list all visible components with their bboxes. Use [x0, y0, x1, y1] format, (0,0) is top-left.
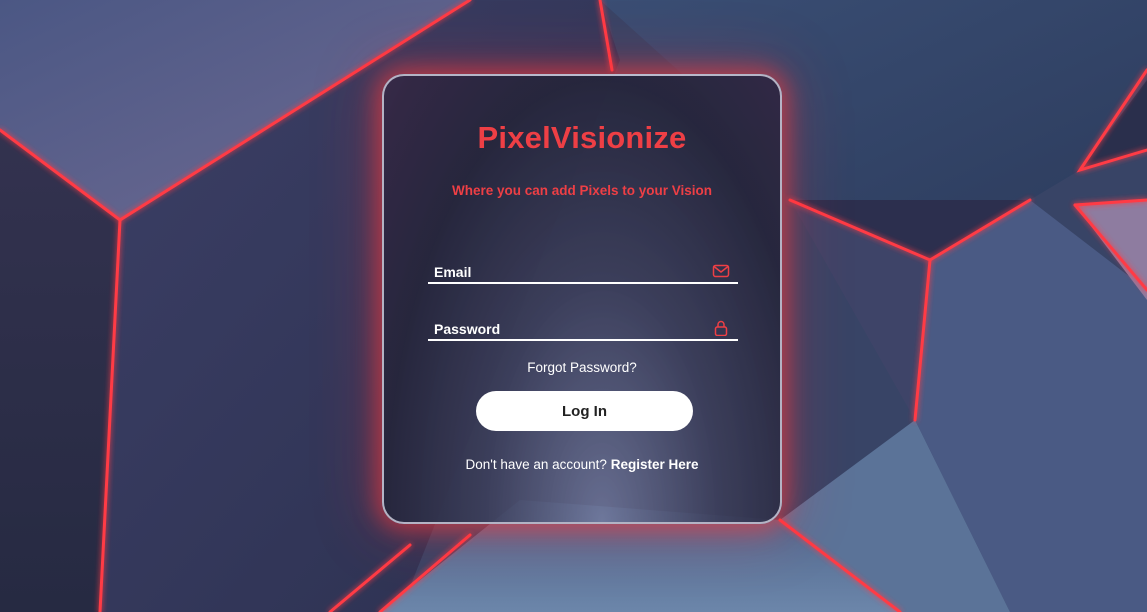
brand-title: PixelVisionize — [477, 120, 687, 155]
password-field[interactable]: Password — [428, 313, 738, 341]
email-field[interactable]: Email — [428, 256, 738, 284]
forgot-password-link[interactable]: Forgot Password? — [384, 360, 780, 375]
email-label: Email — [434, 264, 472, 280]
tagline: Where you can add Pixels to your Vision — [451, 183, 713, 198]
password-label: Password — [434, 321, 501, 337]
login-page: PixelVisionize Where you can add Pixels … — [0, 0, 1147, 612]
login-button[interactable]: Log In — [476, 391, 693, 431]
register-prompt: Don't have an account? — [465, 457, 607, 472]
login-card: PixelVisionize Where you can add Pixels … — [382, 74, 782, 524]
register-link[interactable]: Register Here — [611, 457, 699, 472]
mail-icon — [712, 264, 730, 278]
lock-icon — [714, 320, 728, 336]
register-row: Don't have an account? Register Here — [384, 457, 780, 472]
